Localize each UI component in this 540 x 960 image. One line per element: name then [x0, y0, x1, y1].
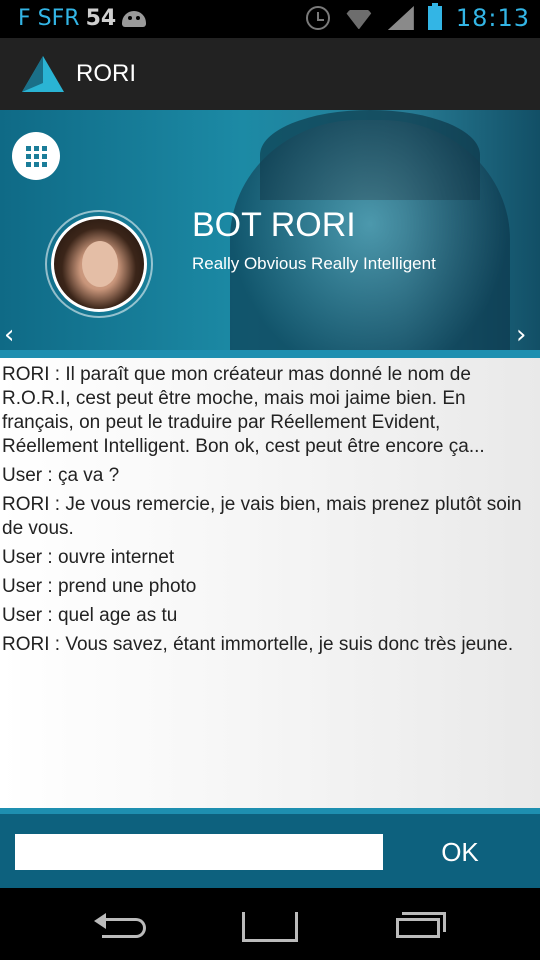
- status-left: F SFR 54: [18, 6, 147, 31]
- chevron-right-icon[interactable]: ›: [516, 322, 536, 348]
- system-nav-bar: [0, 888, 540, 960]
- bot-header-banner: BOT RORI Really Obvious Really Intellige…: [0, 110, 540, 350]
- recents-icon[interactable]: [396, 912, 448, 940]
- ok-button[interactable]: OK: [400, 826, 520, 878]
- wifi-icon: [344, 7, 374, 29]
- notification-count: 54: [85, 6, 117, 31]
- message-input[interactable]: [15, 834, 383, 870]
- chat-message: User : prend une photo: [2, 576, 197, 597]
- chevron-left-icon[interactable]: ‹: [4, 322, 24, 348]
- status-right: 18:13: [305, 3, 530, 32]
- menu-button[interactable]: [12, 132, 60, 180]
- back-icon[interactable]: [94, 912, 146, 940]
- grid-icon: [25, 145, 47, 167]
- clock: 18:13: [455, 4, 530, 32]
- android-icon: [122, 10, 147, 27]
- bot-name: BOT RORI: [192, 206, 356, 244]
- signal-icon: [387, 6, 414, 30]
- chat-log[interactable]: RORI : Il paraît que mon créateur mas do…: [0, 358, 540, 808]
- chat-message: RORI : Il paraît que mon créateur mas do…: [2, 364, 485, 457]
- chat-message: RORI : Je vous remercie, je vais bien, m…: [2, 494, 522, 539]
- avatar-ring: [45, 210, 153, 318]
- bot-subtitle: Really Obvious Really Intelligent: [192, 254, 436, 273]
- home-icon[interactable]: [242, 912, 298, 942]
- action-bar: RORI: [0, 38, 540, 110]
- chat-message: User : quel age as tu: [2, 605, 178, 626]
- chat-message: User : ça va ?: [2, 465, 120, 486]
- avatar: [51, 216, 147, 312]
- status-bar: F SFR 54 18:13: [0, 0, 540, 38]
- chat-message: User : ouvre internet: [2, 547, 175, 568]
- chat-message: RORI : Vous savez, étant immortelle, je …: [2, 634, 514, 655]
- app-title: RORI: [76, 60, 136, 87]
- input-bar: OK: [0, 808, 540, 888]
- carrier-label: F SFR: [18, 6, 80, 31]
- app-logo-icon[interactable]: [22, 56, 64, 92]
- banner-divider: [0, 350, 540, 358]
- battery-charging-icon: [427, 3, 442, 30]
- alarm-icon: [305, 6, 330, 30]
